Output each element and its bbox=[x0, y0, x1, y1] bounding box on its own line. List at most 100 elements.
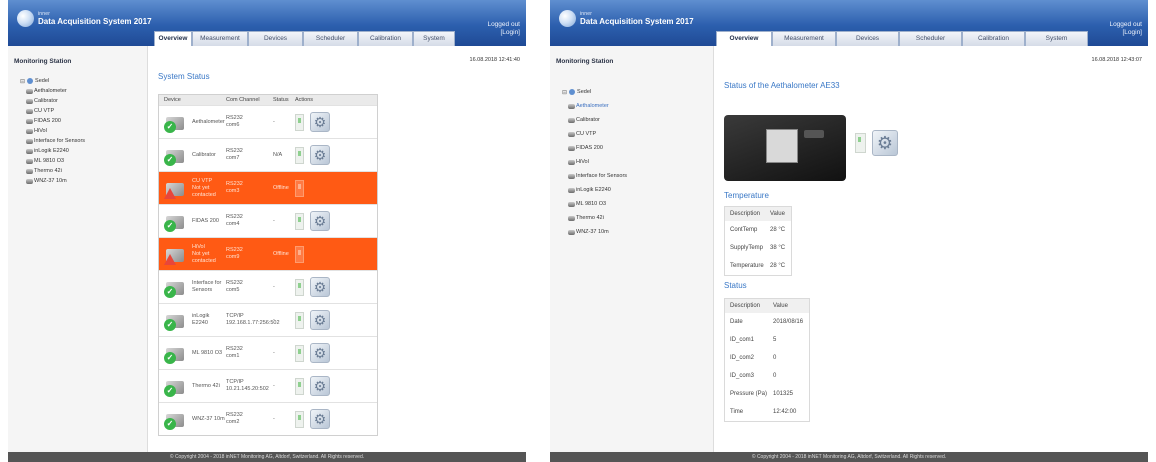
status-cell: - bbox=[273, 350, 275, 356]
tree-item-hivol[interactable]: HiVol bbox=[562, 155, 627, 169]
settings-gear-icon[interactable]: ⚙ bbox=[310, 277, 330, 297]
settings-gear-icon[interactable]: ⚙ bbox=[310, 112, 330, 132]
tab-devices[interactable]: Devices bbox=[836, 31, 899, 46]
page-icon[interactable] bbox=[295, 278, 304, 296]
device-tree: ⊟ Sedel Aethalometer Calibrator CU VTP FI… bbox=[20, 76, 85, 186]
tab-devices[interactable]: Devices bbox=[248, 31, 303, 46]
page-icon[interactable] bbox=[295, 245, 304, 263]
tree-item-hivol[interactable]: HiVol bbox=[20, 126, 85, 136]
tree-item-aethalometer[interactable]: Aethalometer bbox=[20, 86, 85, 96]
page-icon[interactable] bbox=[295, 344, 304, 362]
device-name: Thermo 42i bbox=[192, 382, 220, 389]
actions-cell: ⚙ bbox=[295, 343, 355, 363]
timestamp: 16.08.2018 12:43:07 bbox=[1091, 57, 1142, 63]
tab-measurement[interactable]: Measurement bbox=[772, 31, 836, 46]
settings-gear-icon[interactable]: ⚙ bbox=[310, 409, 330, 429]
login-status[interactable]: Logged out [Login] bbox=[487, 21, 520, 37]
tab-system[interactable]: System bbox=[413, 31, 455, 46]
tab-measurement[interactable]: Measurement bbox=[192, 31, 248, 46]
row-description: Pressure (Pa) bbox=[730, 391, 768, 397]
tree-item-cu-vtp[interactable]: CU VTP bbox=[20, 106, 85, 116]
table-row: SupplyTemp 38 °C bbox=[725, 239, 791, 257]
tab-calibration[interactable]: Calibration bbox=[358, 31, 413, 46]
device-name: ML 9810 O3 bbox=[192, 349, 223, 356]
collapse-icon[interactable]: ⊟ bbox=[562, 89, 567, 96]
tree-item-label: WNZ-37 10m bbox=[576, 229, 609, 235]
tree-root[interactable]: ⊟ Sedel bbox=[20, 76, 85, 86]
tree-item-wnz[interactable]: WNZ-37 10m bbox=[20, 176, 85, 186]
page-icon[interactable] bbox=[295, 377, 304, 395]
sidebar-title: Monitoring Station bbox=[14, 58, 72, 65]
com-port: com2 bbox=[226, 419, 240, 425]
tab-overview[interactable]: Overview bbox=[154, 31, 192, 46]
tree-item-calibrator[interactable]: Calibrator bbox=[562, 113, 627, 127]
page-icon[interactable] bbox=[295, 146, 304, 164]
warning-icon bbox=[164, 188, 176, 199]
system-status-table: Device Com Channel Status Actions ✓ Aetha… bbox=[158, 94, 378, 436]
page-icon[interactable] bbox=[295, 311, 304, 329]
tree-item-interface[interactable]: Interface for Sensors bbox=[562, 169, 627, 183]
login-line1: Logged out bbox=[487, 21, 520, 28]
tab-calibration[interactable]: Calibration bbox=[962, 31, 1025, 46]
tree-item-ml9810[interactable]: ML 9810 O3 bbox=[20, 156, 85, 166]
login-link[interactable]: [Login] bbox=[487, 29, 520, 37]
row-description: ID_com2 bbox=[730, 355, 755, 361]
table-header: Description Value bbox=[725, 299, 809, 313]
tree-item-thermo[interactable]: Thermo 42i bbox=[20, 166, 85, 176]
settings-gear-icon[interactable]: ⚙ bbox=[310, 310, 330, 330]
main-content: 16.08.2018 12:41:40 System Status Device… bbox=[148, 46, 526, 452]
row-description: ID_com1 bbox=[730, 337, 755, 343]
login-link[interactable]: [Login] bbox=[1109, 29, 1142, 37]
tree-item-interface[interactable]: Interface for Sensors bbox=[20, 136, 85, 146]
tree-item-ml9810[interactable]: ML 9810 O3 bbox=[562, 197, 627, 211]
tree-item-fidas[interactable]: FIDAS 200 bbox=[20, 116, 85, 126]
tree-item-fidas[interactable]: FIDAS 200 bbox=[562, 141, 627, 155]
com-cell: RS232 com6 bbox=[226, 115, 273, 129]
table-row: ✓ Aethalometer RS232 com6- ⚙ bbox=[159, 105, 377, 138]
status-cell: - bbox=[273, 284, 275, 290]
table-row: Temperature 28 °C bbox=[725, 257, 791, 275]
settings-gear-icon[interactable]: ⚙ bbox=[310, 145, 330, 165]
actions-cell: ⚙ bbox=[295, 277, 355, 297]
device-icon bbox=[568, 103, 575, 109]
tab-bar: Overview Measurement Devices Scheduler C… bbox=[154, 31, 455, 46]
status-cell: - bbox=[273, 119, 275, 125]
actions-cell: ⚙ bbox=[295, 409, 355, 429]
tab-scheduler[interactable]: Scheduler bbox=[899, 31, 962, 46]
actions-cell: ⚙ bbox=[295, 112, 355, 132]
settings-gear-icon[interactable]: ⚙ bbox=[872, 130, 898, 156]
tree-root[interactable]: ⊟ Sedel bbox=[562, 85, 627, 99]
tab-overview[interactable]: Overview bbox=[716, 31, 772, 46]
com-port: com7 bbox=[226, 155, 240, 161]
table-row: ID_com1 5 bbox=[725, 331, 809, 349]
collapse-icon[interactable]: ⊟ bbox=[20, 78, 25, 85]
page-icon[interactable] bbox=[295, 212, 304, 230]
actions-cell: ⚙ bbox=[295, 376, 355, 396]
tree-item-thermo[interactable]: Thermo 42i bbox=[562, 211, 627, 225]
tree-item-label: Aethalometer bbox=[576, 103, 609, 109]
overview-window: inner Data Acquisition System 2017 Logge… bbox=[8, 0, 526, 462]
tree-item-label: Calibrator bbox=[34, 98, 58, 104]
table-row: Pressure (Pa) 101325 bbox=[725, 385, 809, 403]
tab-system[interactable]: System bbox=[1025, 31, 1088, 46]
tree-item-inlogik[interactable]: inLogik E2240 bbox=[562, 183, 627, 197]
screenshot-root: inner Data Acquisition System 2017 Logge… bbox=[0, 0, 1156, 462]
page-icon[interactable] bbox=[295, 410, 304, 428]
row-value: 12:42:00 bbox=[773, 409, 797, 415]
tree-item-cu-vtp[interactable]: CU VTP bbox=[562, 127, 627, 141]
tree-item-inlogik[interactable]: inLogik E2240 bbox=[20, 146, 85, 156]
page-icon[interactable] bbox=[295, 113, 304, 131]
page-icon[interactable] bbox=[295, 179, 304, 197]
tab-scheduler[interactable]: Scheduler bbox=[303, 31, 358, 46]
page-icon[interactable] bbox=[855, 133, 866, 153]
settings-gear-icon[interactable]: ⚙ bbox=[310, 343, 330, 363]
table-row: HiVol Not yet contacted RS232 com9 Offline bbox=[159, 237, 377, 270]
settings-gear-icon[interactable]: ⚙ bbox=[310, 211, 330, 231]
tree-item-aethalometer[interactable]: Aethalometer bbox=[562, 99, 627, 113]
login-status[interactable]: Logged out [Login] bbox=[1109, 21, 1142, 37]
check-icon: ✓ bbox=[164, 154, 176, 166]
device-icon bbox=[568, 187, 575, 193]
tree-item-calibrator[interactable]: Calibrator bbox=[20, 96, 85, 106]
settings-gear-icon[interactable]: ⚙ bbox=[310, 376, 330, 396]
tree-item-wnz[interactable]: WNZ-37 10m bbox=[562, 225, 627, 239]
